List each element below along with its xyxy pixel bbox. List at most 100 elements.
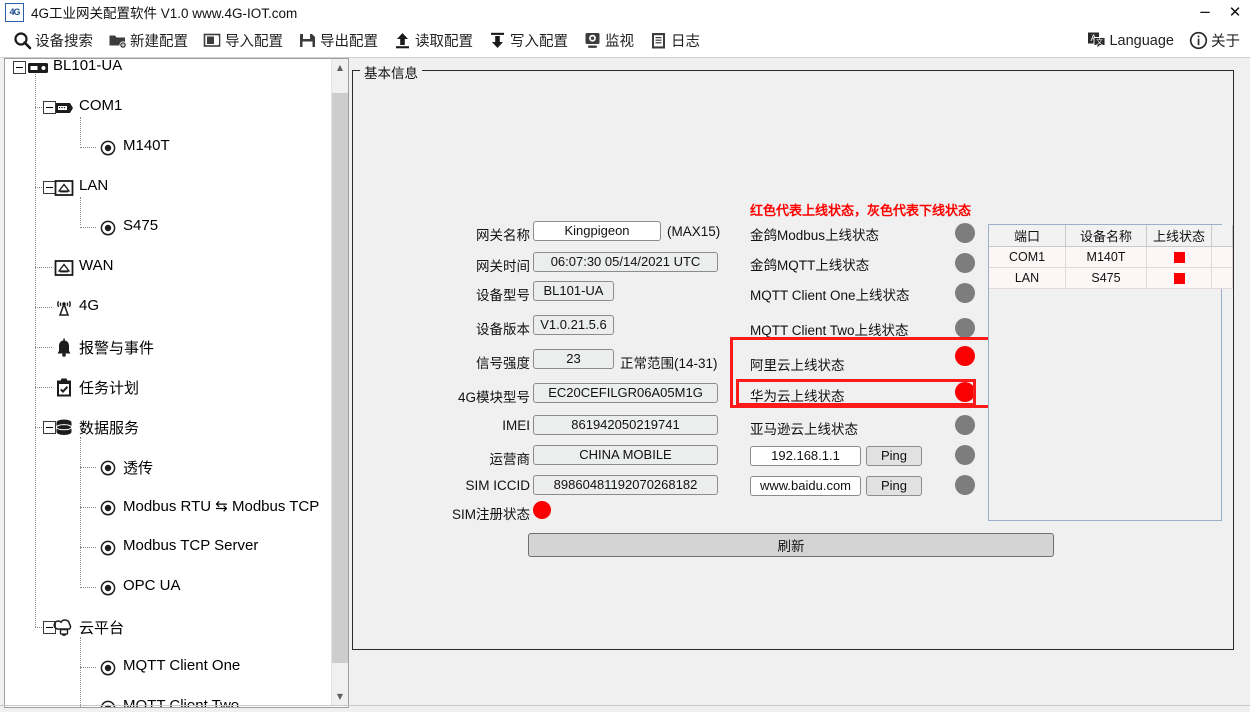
node-dot-icon <box>97 577 119 599</box>
sim-register-status-indicator <box>533 501 551 519</box>
field-label-imei: IMEI <box>502 418 530 433</box>
toolbar-label: 导入配置 <box>225 34 283 50</box>
cell-port: LAN <box>989 267 1066 289</box>
minimize-icon[interactable]: − <box>1190 0 1220 24</box>
search-icon <box>12 31 32 51</box>
close-icon[interactable]: ✕ <box>1220 0 1250 24</box>
tree-node-label: M140T <box>123 137 170 154</box>
field-label-4g-module: 4G模块型号 <box>457 390 530 405</box>
tree-node-14[interactable]: 云平台 <box>5 607 325 647</box>
ping-target-ip-input[interactable]: 192.168.1.1 <box>750 446 861 466</box>
table-row[interactable]: COM1 M140T <box>989 246 1233 268</box>
tree-expander-collapse-icon[interactable] <box>13 61 26 74</box>
toolbar-button-new-config[interactable]: 新建配置 <box>101 27 194 55</box>
status-label-huawei-cloud: 华为云上线状态 <box>750 389 845 404</box>
device-tree-panel: BL101-UA COM1 M140T LAN S475 WAN 4G 报警与事件任务计划数据… <box>4 58 349 708</box>
clipboard-check-icon <box>53 377 75 399</box>
tree-node-label: MQTT Client One <box>123 657 241 674</box>
tree-node-label: 4G <box>79 297 100 314</box>
gateway-name-input[interactable]: Kingpigeon <box>533 221 661 241</box>
signal-strength-suffix: 正常范围(14-31) <box>620 356 718 371</box>
status-label-amazon-cloud: 亚马逊云上线状态 <box>750 422 858 437</box>
ping-status-indicator-domain <box>955 475 975 495</box>
tree-scrollbar[interactable]: ▲ ▼ <box>331 59 348 705</box>
cell-online-status <box>1146 267 1212 289</box>
tree-node-label: WAN <box>79 257 114 274</box>
tree-node-label: COM1 <box>79 97 123 114</box>
cell-device-name: M140T <box>1065 246 1147 268</box>
gateway-name-suffix: (MAX15) <box>667 224 721 239</box>
import-folder-icon <box>202 31 222 51</box>
tree-node-2[interactable]: M140T <box>5 127 325 167</box>
tree-node-7[interactable]: 报警与事件 <box>5 327 325 367</box>
toolbar-button-monitor[interactable]: 监视 <box>576 27 640 55</box>
tree-node-12[interactable]: Modbus TCP Server <box>5 527 325 567</box>
tree-node-5[interactable]: WAN <box>5 247 325 287</box>
toolbar-button-read-config[interactable]: 读取配置 <box>386 27 479 55</box>
toolbar-button-about[interactable]: 关于 <box>1182 27 1246 55</box>
imei-value: 861942050219741 <box>533 415 718 435</box>
toolbar-button-device-search[interactable]: 设备搜索 <box>6 27 99 55</box>
cell-spacer <box>1211 246 1233 268</box>
tree-node-3[interactable]: LAN <box>5 167 325 207</box>
tree-node-label: Modbus TCP Server <box>123 537 259 554</box>
ping-button-ip[interactable]: Ping <box>866 446 922 466</box>
tree-node-9[interactable]: 数据服务 <box>5 407 325 447</box>
tree-node-4[interactable]: S475 <box>5 207 325 247</box>
field-label-operator: 运营商 <box>489 452 531 467</box>
operator-value: CHINA MOBILE <box>533 445 718 465</box>
toolbar-button-language[interactable]: A文 Language <box>1080 27 1180 55</box>
field-label-sim-iccid: SIM ICCID <box>465 478 530 493</box>
tree-node-1[interactable]: COM1 <box>5 87 325 127</box>
device-status-table-panel: 端口 设备名称 上线状态 COM1 M140T LAN S475 <box>988 224 1233 521</box>
status-indicator-kingpigeon-mqtt <box>955 253 975 273</box>
toolbar-label: 设备搜索 <box>35 34 93 50</box>
upload-arrow-icon <box>392 31 412 51</box>
ethernet-icon <box>53 177 75 199</box>
ping-status-indicator-ip <box>955 445 975 465</box>
tree-node-label: LAN <box>79 177 109 194</box>
tree-node-0[interactable]: BL101-UA <box>5 59 325 87</box>
cell-device-name: S475 <box>1065 267 1147 289</box>
application-window: 4G 4G工业网关配置软件 V1.0 www.4G-IOT.com − ✕ 设备… <box>0 0 1250 712</box>
tree-node-11[interactable]: Modbus RTU ⇆ Modbus TCP <box>5 487 325 527</box>
scroll-down-icon[interactable]: ▼ <box>332 688 348 705</box>
tree-node-15[interactable]: MQTT Client One <box>5 647 325 687</box>
status-indicator-amazon-cloud <box>955 415 975 435</box>
title-bar: 4G 4G工业网关配置软件 V1.0 www.4G-IOT.com − ✕ <box>0 0 1250 24</box>
tree-node-label: 任务计划 <box>79 380 140 397</box>
tree-node-6[interactable]: 4G <box>5 287 325 327</box>
tree-node-13[interactable]: OPC UA <box>5 567 325 607</box>
scrollbar-thumb[interactable] <box>332 93 348 663</box>
ping-button-domain[interactable]: Ping <box>866 476 922 496</box>
cell-port: COM1 <box>989 246 1066 268</box>
toolbar-button-write-config[interactable]: 写入配置 <box>481 27 574 55</box>
field-label-gateway-name: 网关名称 <box>476 228 530 243</box>
node-dot-icon <box>97 697 119 707</box>
table-row[interactable]: LAN S475 <box>989 267 1233 289</box>
toolbar-label: 读取配置 <box>415 34 473 50</box>
svg-text:文: 文 <box>1096 37 1103 46</box>
ping-target-domain-input[interactable]: www.baidu.com <box>750 476 861 496</box>
field-label-device-version: 设备版本 <box>476 322 530 337</box>
toolbar-label: 写入配置 <box>510 34 568 50</box>
tree-node-label: Modbus RTU ⇆ Modbus TCP <box>123 498 320 515</box>
table-header-row: 端口 设备名称 上线状态 <box>989 225 1233 247</box>
log-clipboard-icon <box>648 31 668 51</box>
status-indicator-huawei-cloud <box>955 382 975 402</box>
node-dot-icon <box>97 657 119 679</box>
refresh-button[interactable]: 刷新 <box>528 533 1054 557</box>
toolbar-button-export-config[interactable]: 导出配置 <box>291 27 384 55</box>
tree-node-8[interactable]: 任务计划 <box>5 367 325 407</box>
tree-node-10[interactable]: 透传 <box>5 447 325 487</box>
toolbar-label: 关于 <box>1211 34 1240 50</box>
toolbar-button-log[interactable]: 日志 <box>642 27 706 55</box>
tree-node-label: 数据服务 <box>79 420 140 437</box>
toolbar-button-import-config[interactable]: 导入配置 <box>196 27 289 55</box>
field-label-device-model: 设备型号 <box>476 288 530 303</box>
device-version-value: V1.0.21.5.6 <box>533 315 614 335</box>
table-header-spacer <box>1211 225 1233 247</box>
tree-node-label: 报警与事件 <box>79 340 155 357</box>
scroll-up-icon[interactable]: ▲ <box>332 59 348 76</box>
node-dot-icon <box>97 137 119 159</box>
